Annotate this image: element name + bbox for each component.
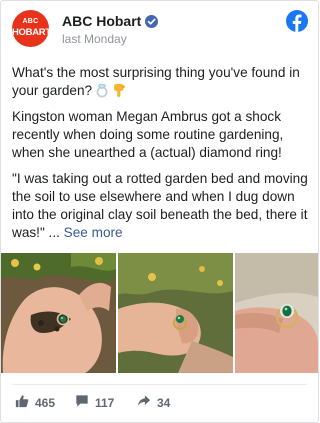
see-more-link[interactable]: See more: [64, 225, 123, 240]
verified-badge-icon: [145, 15, 159, 31]
page-name: ABC Hobart: [62, 13, 142, 29]
engagement-bar: 465 117 34: [15, 394, 308, 412]
comment-icon: [75, 394, 95, 411]
page-name-link[interactable]: ABC Hobart: [62, 13, 159, 31]
photo-grid: [1, 253, 318, 373]
like-count: 465: [35, 395, 56, 410]
photo-ring-on-finger[interactable]: [118, 253, 233, 373]
actions-divider: [12, 384, 307, 385]
like-button[interactable]: 465: [15, 394, 55, 411]
post-quote: "I was taking out a rotted garden bed an…: [12, 170, 310, 242]
share-button[interactable]: 34: [137, 394, 170, 411]
page-avatar[interactable]: ABC HOBART: [12, 10, 49, 47]
ring-emoji-icon: [95, 82, 109, 103]
avatar-line1: ABC: [22, 18, 39, 25]
share-count: 34: [157, 395, 171, 410]
quote-text: "I was taking out a rotted garden bed an…: [12, 171, 308, 240]
question-text: What's the most surprising thing you've …: [12, 65, 300, 98]
facebook-logo-icon[interactable]: [286, 10, 308, 32]
comment-count: 117: [95, 395, 115, 410]
photo-ring-in-soil[interactable]: [1, 253, 116, 373]
post-header: ABC HOBART ABC Hobart last Monday: [12, 9, 308, 49]
pointing-down-emoji-icon: [112, 82, 127, 103]
like-icon: [15, 394, 35, 411]
share-icon: [137, 394, 157, 411]
photo-ring-closeup[interactable]: [235, 253, 318, 373]
post-question: What's the most surprising thing you've …: [12, 64, 310, 103]
post-timestamp[interactable]: last Monday: [62, 32, 127, 46]
avatar-line2: HOBART: [12, 27, 49, 38]
facebook-post: ABC HOBART ABC Hobart last Monday What's…: [0, 0, 319, 423]
comment-button[interactable]: 117: [75, 394, 114, 411]
post-story: Kingston woman Megan Ambrus got a shock …: [12, 109, 284, 160]
